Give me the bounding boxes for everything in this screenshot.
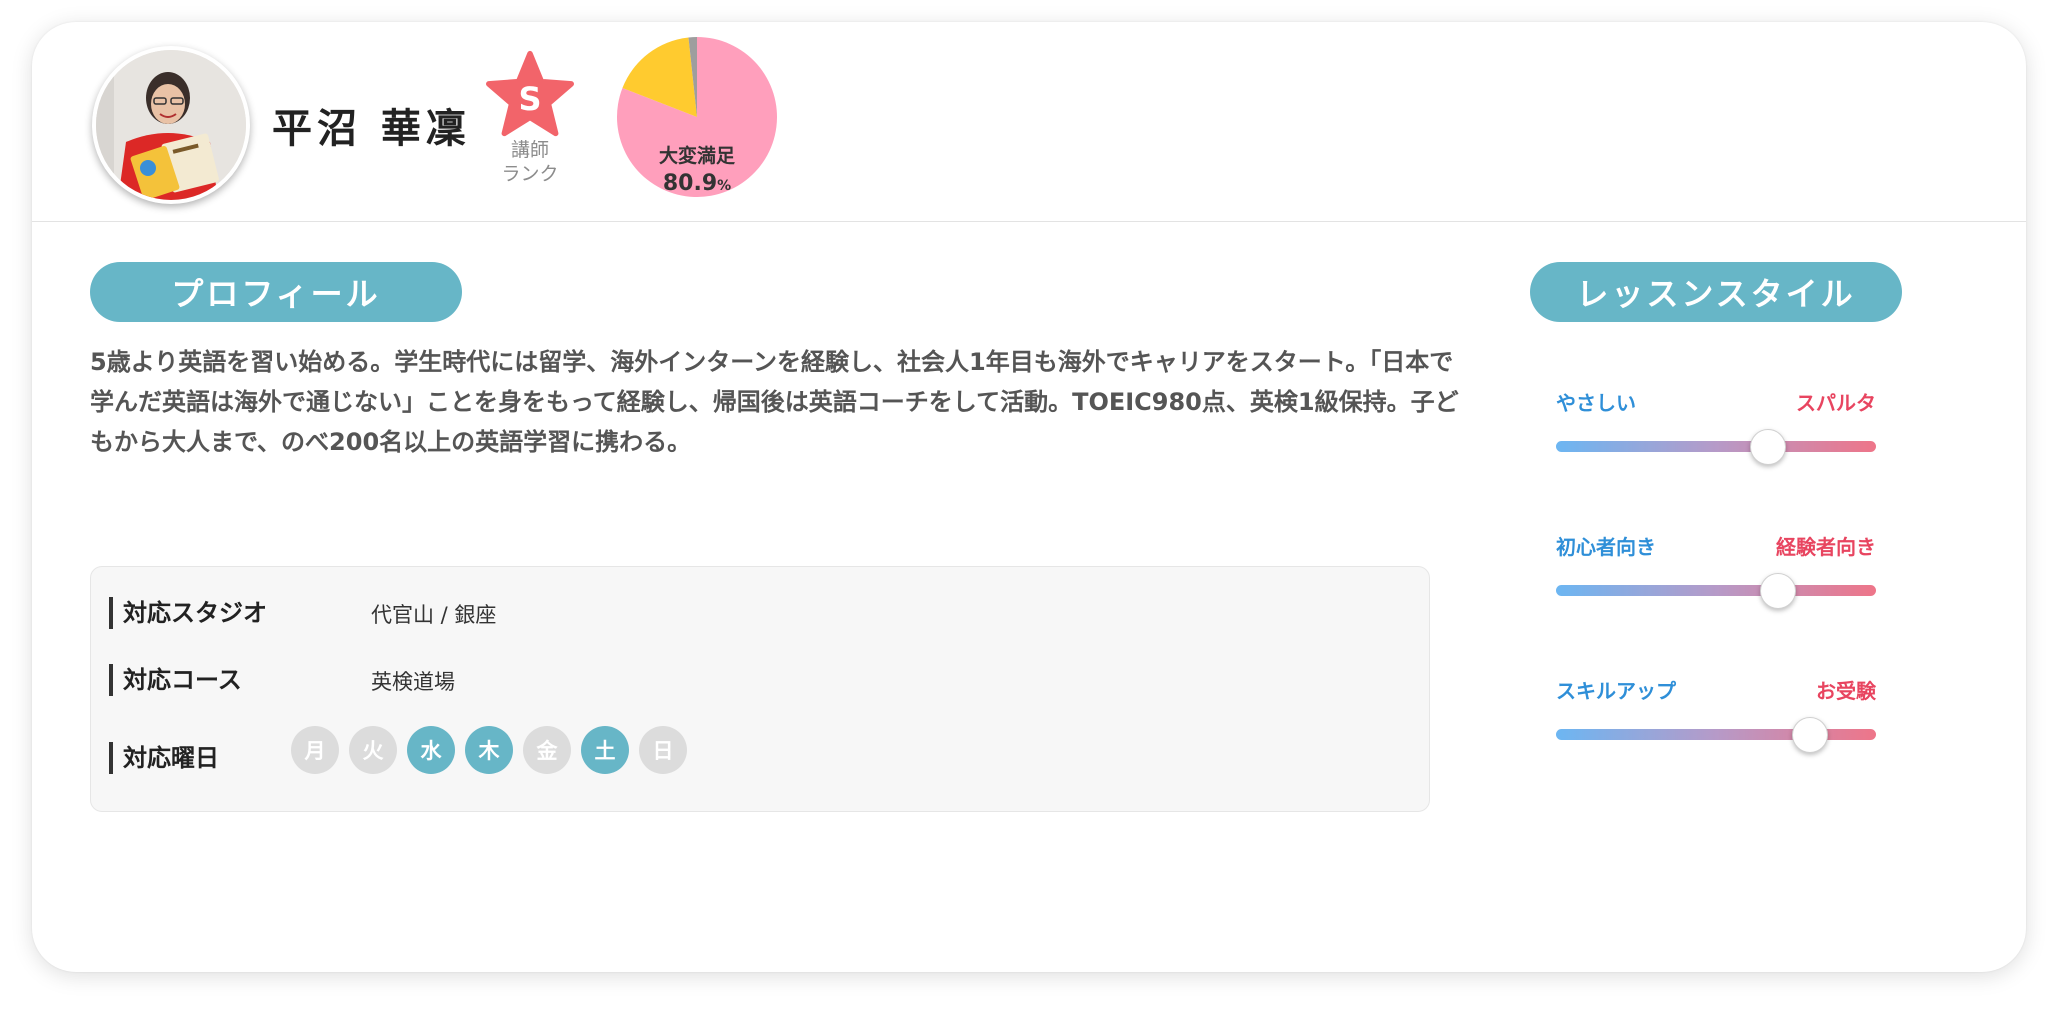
satisfaction-label: 大変満足 — [658, 145, 735, 167]
day-thu: 木 — [465, 726, 513, 774]
days-label: 対応曜日 — [109, 742, 219, 774]
satisfaction-pie: 大変満足 80.9% — [617, 37, 777, 197]
profile-text: 5歳より英語を習い始める。学生時代には留学、海外インターンを経験し、社会人1年目… — [90, 348, 1459, 456]
slider-left-label: やさしい — [1556, 391, 1636, 415]
style-slider-strictness: やさしい スパルタ — [1556, 387, 1876, 487]
rank-label-line1: 講師 — [510, 139, 549, 161]
slider-left-label: スキルアップ — [1556, 679, 1676, 703]
satisfaction-value: 80.9 — [662, 171, 718, 196]
course-value: 英検道場 — [371, 670, 455, 694]
slider-track — [1556, 585, 1876, 596]
info-box: 対応スタジオ 代官山 / 銀座 対応コース 英検道場 対応曜日 月 火 水 木 … — [90, 566, 1430, 812]
lesson-style-heading: レッスンスタイル — [1530, 262, 1902, 322]
slider-right-label: 経験者向き — [1776, 535, 1876, 559]
slider-left-label: 初心者向き — [1556, 535, 1656, 559]
day-mon: 月 — [291, 726, 339, 774]
satisfaction-text: 大変満足 80.9% — [617, 143, 777, 200]
style-slider-level: 初心者向き 経験者向き — [1556, 531, 1876, 631]
teacher-name: 平沼 華凜 — [272, 106, 471, 152]
studio-value: 代官山 / 銀座 — [371, 603, 497, 627]
studio-label: 対応スタジオ — [109, 597, 267, 629]
day-tue: 火 — [349, 726, 397, 774]
slider-knob[interactable] — [1750, 429, 1787, 465]
style-slider-goal: スキルアップ お受験 — [1556, 675, 1876, 775]
teacher-card: 平沼 華凜 S 講師 ランク 大変満足 80.9% プロフィール 5歳より英語を… — [32, 22, 2026, 972]
slider-right-label: スパルタ — [1796, 391, 1876, 415]
slider-knob[interactable] — [1791, 717, 1828, 753]
teacher-rank: S 講師 ランク — [480, 50, 580, 186]
slider-right-label: お受験 — [1816, 679, 1876, 703]
satisfaction-percent: 80.9% — [617, 170, 777, 200]
teacher-header: 平沼 華凜 S 講師 ランク 大変満足 80.9% — [32, 22, 2026, 222]
slider-knob[interactable] — [1759, 573, 1796, 609]
day-sat: 土 — [581, 726, 629, 774]
rank-label-line2: ランク — [501, 163, 559, 185]
day-sun: 日 — [639, 726, 687, 774]
course-label: 対応コース — [109, 664, 242, 696]
satisfaction-unit: % — [717, 178, 732, 194]
avatar-photo — [96, 50, 246, 200]
slider-track — [1556, 729, 1876, 740]
slider-track — [1556, 441, 1876, 452]
rank-letter: S — [518, 80, 542, 118]
teacher-avatar — [92, 46, 250, 204]
day-wed: 水 — [407, 726, 455, 774]
profile-heading: プロフィール — [90, 262, 462, 322]
day-fri: 金 — [523, 726, 571, 774]
